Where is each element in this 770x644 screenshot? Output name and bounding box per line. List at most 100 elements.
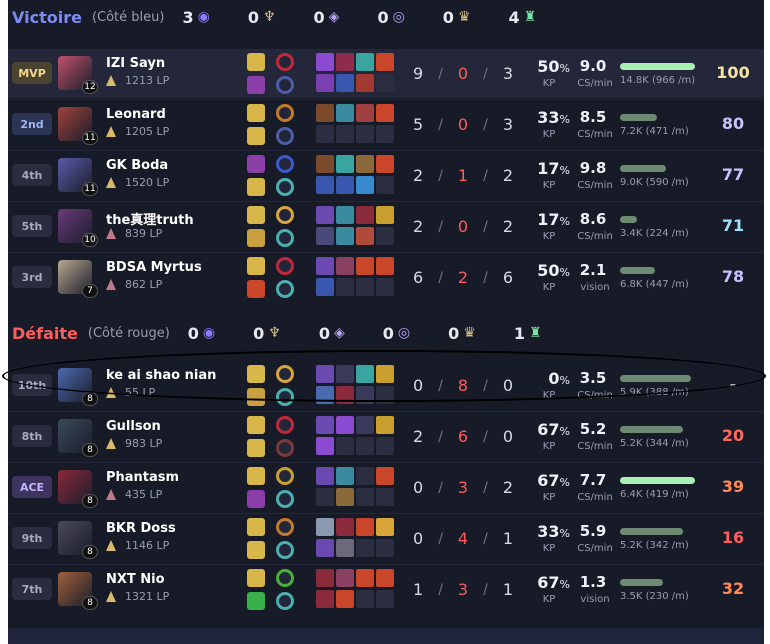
damage-text: 14.8K (966 /m) (620, 75, 696, 86)
item-icon (336, 569, 354, 587)
slash: / (483, 377, 488, 394)
item-icon (376, 518, 394, 536)
kda: 2 / 6 / 0 (413, 427, 513, 446)
cs-label: CS/min (577, 78, 613, 89)
deaths: 0 (457, 115, 469, 134)
kill-participation: 67% (528, 573, 570, 592)
team-header: Défaite (Côté rouge) 0 ◉ 0 ♆ 0 ◈ 0 ◎ 0 ♛ 1 ♜ (8, 316, 764, 350)
summoner-spell-icon (247, 541, 265, 559)
baron-icon: ◉ (202, 325, 216, 341)
cs-label: vision (580, 594, 610, 605)
item-icon (316, 590, 334, 608)
damage-bar (620, 528, 695, 535)
player-row[interactable]: 3rd 7 BDSA Myrtus 862 LP 6/2/6 50% KP 2.1 vision… (8, 253, 764, 302)
deaths: 8 (457, 376, 469, 395)
performance-score: 32 (721, 579, 745, 598)
item-icon (316, 539, 334, 557)
kp-percent: % (559, 425, 570, 438)
rank-badge: 9th (12, 527, 52, 549)
assists: 3 (502, 64, 513, 83)
summoner-spell-icon (247, 569, 265, 587)
item-icon (356, 488, 374, 506)
player-row[interactable]: 5th 10 the真理truth 839 LP 2/0/2 17% KP 8.6 CS/min… (8, 202, 764, 251)
player-name[interactable]: the真理truth (106, 209, 194, 228)
kp-value: 33 (537, 522, 560, 541)
objective-value: 0 (442, 7, 454, 27)
objective-count: 0 ◎ (377, 8, 404, 27)
champion-level: 8 (82, 545, 98, 559)
item-icon (356, 104, 374, 122)
champion-level: 8 (82, 392, 98, 406)
objective-value: 0 (253, 323, 265, 343)
player-row[interactable]: 2nd 11 Leonard 1205 LP 5/0/3 33% KP 8.5 CS/min 7.… (8, 100, 764, 149)
slash: / (483, 581, 488, 598)
herald-icon: ◈ (333, 325, 345, 341)
player-name[interactable]: Phantasm (106, 470, 179, 485)
slash: / (438, 377, 443, 394)
champion-level: 8 (82, 443, 98, 457)
damage-bar-fill (620, 579, 663, 586)
team-header: Victoire (Côté bleu) 3 ◉ 0 ♆ 0 ◈ 0 ◎ 0 ♛ 4 ♜ (8, 0, 764, 34)
player-name[interactable]: BDSA Myrtus (106, 260, 202, 275)
kp-value: 17 (537, 210, 560, 229)
summoner-spell-icon (247, 76, 265, 94)
player-name[interactable]: NXT Nio (106, 572, 165, 587)
player-name[interactable]: IZI Sayn (106, 56, 165, 71)
kda: 0 / 3 / 2 (413, 478, 513, 497)
player-name[interactable]: Leonard (106, 107, 166, 122)
damage-bar-fill (620, 114, 657, 121)
assists: 2 (502, 478, 513, 497)
match-scoreboard: Victoire (Côté bleu) 3 ◉ 0 ♆ 0 ◈ 0 ◎ 0 ♛ 4 ♜ MVP 12 IZI … (0, 0, 770, 644)
objective-value: 0 (318, 323, 330, 343)
performance-score: 80 (721, 114, 745, 133)
rank-emblem-icon (106, 387, 120, 398)
player-name[interactable]: GK Boda (106, 158, 168, 173)
damage-bar-fill (620, 63, 695, 70)
objective-value: 3 (182, 7, 194, 27)
item-icon (356, 365, 374, 383)
cs-value: 5.9 (579, 522, 607, 540)
champion-level: 8 (82, 596, 98, 610)
damage-bar (620, 426, 695, 433)
summoner-spell-icon (247, 53, 265, 71)
player-row[interactable]: 10th 8 ke ai shao nian 55 LP 0/8/0 0% KP 3.5 CS/… (8, 361, 764, 410)
kp-percent: % (559, 62, 570, 75)
player-row[interactable]: 4th 11 GK Boda 1520 LP 2/1/2 17% KP 9.8 CS/min 9.… (8, 151, 764, 200)
kda: 6 / 2 / 6 (413, 268, 513, 287)
objective-count: 0 ♆ (248, 8, 276, 27)
item-icon (336, 155, 354, 173)
rune-icon (276, 490, 294, 508)
player-row[interactable]: 9th 8 BKR Doss 1146 LP 0/4/1 33% KP 5.9 CS/min 5.… (8, 514, 764, 563)
item-icon (336, 590, 354, 608)
damage-bar-fill (620, 426, 683, 433)
rank-emblem-icon (106, 540, 120, 551)
player-row[interactable]: MVP 12 IZI Sayn 1213 LP 9/0/3 50% KP 9.0 CS/min 1… (8, 49, 764, 98)
item-icon (356, 227, 374, 245)
player-row[interactable]: ACE 8 Phantasm 435 LP 0/3/2 67% KP 7.7 CS/min 6.4… (8, 463, 764, 512)
player-name[interactable]: Gullson (106, 419, 161, 434)
kills: 9 (413, 64, 424, 83)
item-icon (336, 278, 354, 296)
item-icon (376, 206, 394, 224)
cs-label: CS/min (577, 492, 613, 503)
item-icon (356, 125, 374, 143)
item-icon (376, 227, 394, 245)
player-name[interactable]: BKR Doss (106, 521, 176, 536)
summoner-spell-icon (247, 206, 265, 224)
player-row[interactable]: 7th 8 NXT Nio 1321 LP 1/3/1 67% KP 1.3 vision 3.5… (8, 565, 764, 614)
item-icon (336, 206, 354, 224)
item-icon (336, 386, 354, 404)
performance-score: 20 (721, 426, 745, 445)
item-icon (376, 569, 394, 587)
item-icon (336, 74, 354, 92)
damage-bar (620, 165, 695, 172)
damage-bar-fill (620, 528, 683, 535)
kill-participation: 17% (528, 210, 570, 229)
item-icon (376, 104, 394, 122)
player-name[interactable]: ke ai shao nian (106, 368, 216, 383)
assists: 1 (502, 580, 513, 599)
deaths: 3 (457, 580, 469, 599)
player-row[interactable]: 8th 8 Gullson 983 LP 2/6/0 67% KP 5.2 CS/min 5.2K… (8, 412, 764, 461)
team-title: Défaite (12, 323, 78, 343)
item-icon (376, 365, 394, 383)
